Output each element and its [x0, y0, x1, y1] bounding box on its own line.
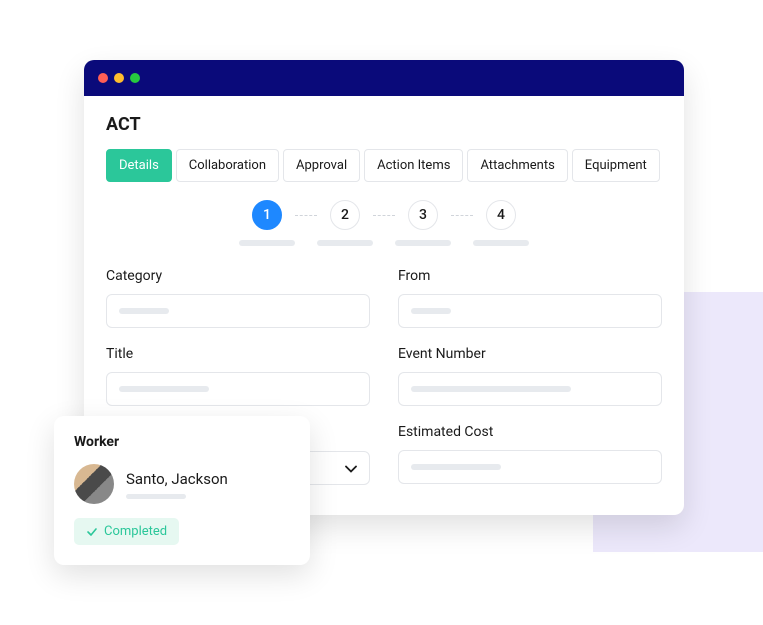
status-badge: Completed [74, 518, 179, 545]
title-input[interactable] [106, 372, 370, 406]
estimated-cost-input[interactable] [398, 450, 662, 484]
step-progress-bar [395, 240, 451, 246]
maximize-icon[interactable] [130, 73, 140, 83]
close-icon[interactable] [98, 73, 108, 83]
field-label: Event Number [398, 346, 662, 362]
step-number: 2 [330, 200, 360, 230]
field-label: Category [106, 268, 370, 284]
card-title: Worker [74, 434, 290, 450]
field-title: Title [106, 346, 370, 406]
step-progress-bar [239, 240, 295, 246]
tab-approval[interactable]: Approval [283, 149, 360, 182]
step-number: 1 [252, 200, 282, 230]
status-label: Completed [104, 524, 167, 539]
tab-equipment[interactable]: Equipment [572, 149, 660, 182]
worker-card: Worker Santo, Jackson Completed [54, 416, 310, 565]
field-from: From [398, 268, 662, 328]
step-4[interactable]: 4 [473, 200, 529, 246]
worker-name: Santo, Jackson [126, 470, 228, 488]
field-category: Category [106, 268, 370, 328]
step-progress-bar [317, 240, 373, 246]
field-estimated-cost: Estimated Cost [398, 424, 662, 485]
avatar [74, 464, 114, 504]
minimize-icon[interactable] [114, 73, 124, 83]
event-number-input[interactable] [398, 372, 662, 406]
field-label: Estimated Cost [398, 424, 662, 440]
category-input[interactable] [106, 294, 370, 328]
step-3[interactable]: 3 [395, 200, 451, 246]
placeholder-icon [126, 494, 186, 499]
worker-row: Santo, Jackson [74, 464, 290, 504]
step-number: 4 [486, 200, 516, 230]
page-title: ACT [106, 114, 662, 135]
tab-collaboration[interactable]: Collaboration [176, 149, 279, 182]
step-number: 3 [408, 200, 438, 230]
placeholder-icon [119, 386, 209, 392]
check-icon [86, 526, 98, 538]
placeholder-icon [411, 308, 451, 314]
tab-action-items[interactable]: Action Items [364, 149, 463, 182]
from-input[interactable] [398, 294, 662, 328]
wizard-stepper: 1 2 3 4 [106, 200, 662, 246]
placeholder-icon [119, 308, 169, 314]
tab-attachments[interactable]: Attachments [467, 149, 567, 182]
field-label: From [398, 268, 662, 284]
placeholder-icon [411, 464, 501, 470]
worker-info: Santo, Jackson [126, 470, 228, 499]
step-2[interactable]: 2 [317, 200, 373, 246]
chevron-down-icon [345, 459, 357, 478]
field-event-number: Event Number [398, 346, 662, 406]
placeholder-icon [411, 386, 571, 392]
tab-details[interactable]: Details [106, 149, 172, 182]
step-progress-bar [473, 240, 529, 246]
field-label: Title [106, 346, 370, 362]
tab-bar: Details Collaboration Approval Action It… [106, 149, 662, 182]
step-1[interactable]: 1 [239, 200, 295, 246]
window-titlebar [84, 60, 684, 96]
